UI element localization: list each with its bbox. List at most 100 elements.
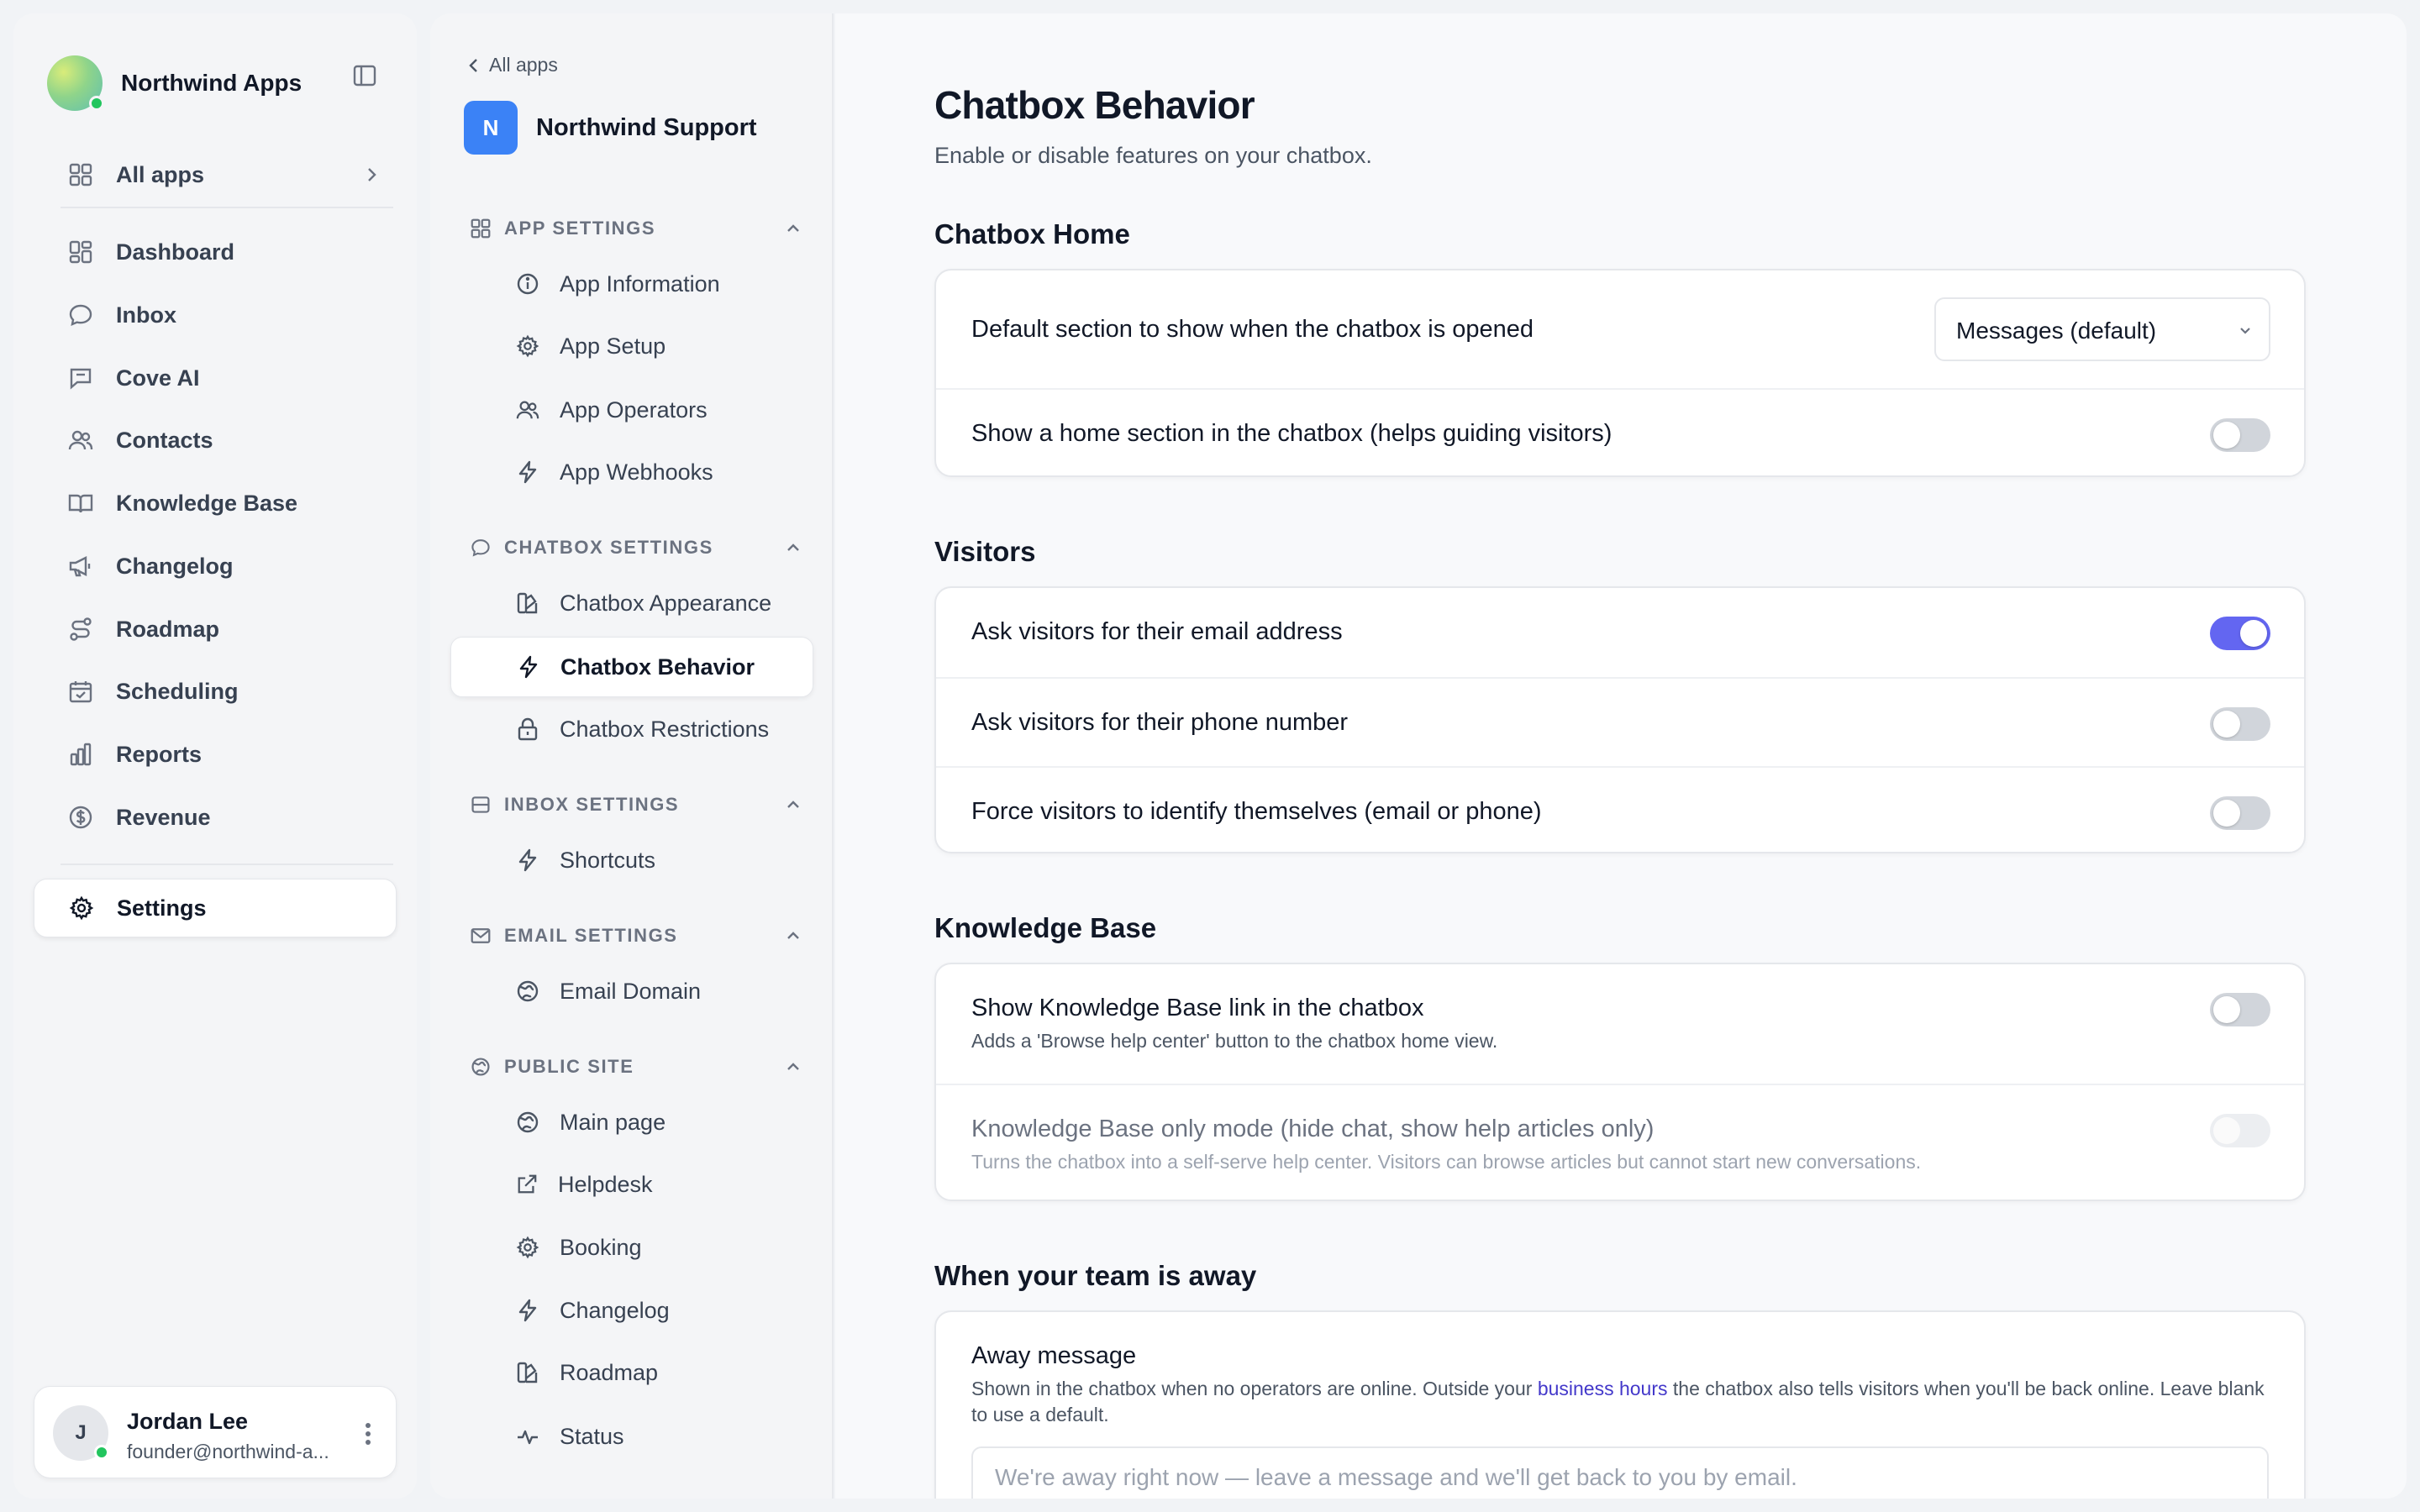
force-identify-label: Force visitors to identify themselves (e…	[971, 798, 1542, 825]
external-link-icon	[516, 1173, 538, 1195]
settings-item-label: App Webhooks	[560, 459, 713, 485]
settings-item-chatbox-restrictions[interactable]: Chatbox Restrictions	[450, 699, 813, 759]
settings-item-label: Main page	[560, 1109, 666, 1135]
back-to-all-apps-link[interactable]: All apps	[467, 54, 558, 76]
lightning-icon	[517, 655, 540, 679]
settings-item-app-webhooks[interactable]: App Webhooks	[450, 442, 813, 502]
info-icon	[516, 272, 539, 296]
default-section-row: Default section to show when the chatbox…	[936, 270, 2304, 388]
avatar-initial: J	[75, 1421, 87, 1444]
settings-item-app-operators[interactable]: App Operators	[450, 380, 813, 440]
palette-icon	[516, 591, 539, 615]
chevron-left-icon	[467, 56, 481, 75]
group-title: APP SETTINGS	[504, 218, 656, 239]
activity-icon	[516, 1425, 539, 1448]
lightning-icon	[516, 1299, 539, 1322]
user-profile-card[interactable]: J Jordan Lee founder@northwind-a...	[34, 1386, 397, 1478]
settings-item-chatbox-appearance[interactable]: Chatbox Appearance	[450, 573, 813, 633]
settings-item-app-information[interactable]: App Information	[450, 254, 813, 314]
settings-item-booking[interactable]: Booking	[450, 1217, 813, 1278]
grid-icon	[471, 218, 491, 239]
show-home-row: Show a home section in the chatbox (help…	[936, 388, 2304, 475]
lightning-icon	[516, 848, 539, 872]
more-vertical-icon[interactable]	[355, 1419, 381, 1449]
gear-icon	[68, 895, 95, 921]
sidebar-item-scheduling[interactable]: Scheduling	[34, 663, 397, 720]
sidebar-item-dashboard[interactable]: Dashboard	[34, 223, 397, 281]
settings-item-main-page[interactable]: Main page	[450, 1092, 813, 1152]
settings-item-status[interactable]: Status	[450, 1406, 813, 1467]
group-title: INBOX SETTINGS	[504, 794, 680, 815]
sidebar-item-changelog[interactable]: Changelog	[34, 538, 397, 595]
kb-link-toggle[interactable]	[2210, 993, 2270, 1026]
dashboard-icon	[67, 239, 94, 265]
sidebar-item-label: Roadmap	[116, 616, 220, 642]
sidebar-item-all-apps[interactable]: All apps	[34, 146, 397, 203]
visitors-card: Ask visitors for their email address Ask…	[934, 586, 2306, 853]
ask-email-toggle[interactable]	[2210, 617, 2270, 650]
show-home-toggle[interactable]	[2210, 418, 2270, 452]
settings-item-email-domain[interactable]: Email Domain	[450, 961, 813, 1021]
sidebar-item-inbox[interactable]: Inbox	[34, 286, 397, 344]
globe-icon	[471, 1057, 491, 1077]
kb-only-mode-label: Knowledge Base only mode (hide chat, sho…	[971, 1116, 1655, 1142]
chatbox-home-card: Default section to show when the chatbox…	[934, 269, 2306, 477]
kb-only-mode-toggle[interactable]	[2210, 1114, 2270, 1147]
sidebar-item-roadmap[interactable]: Roadmap	[34, 601, 397, 658]
workspace-name: Northwind Apps	[121, 70, 302, 96]
calendar-check-icon	[67, 678, 94, 705]
ask-phone-label: Ask visitors for their phone number	[971, 709, 1349, 736]
group-public-site[interactable]: PUBLIC SITE	[471, 1050, 803, 1084]
sidebar-item-cove-ai[interactable]: Cove AI	[34, 349, 397, 407]
chevron-up-icon	[783, 795, 803, 815]
grid-icon	[67, 161, 94, 188]
sidebar-item-knowledge-base[interactable]: Knowledge Base	[34, 475, 397, 532]
default-section-select[interactable]: Messages (default)	[1934, 297, 2270, 361]
kb-only-mode-row: Knowledge Base only mode (hide chat, sho…	[936, 1084, 2304, 1200]
settings-item-roadmap[interactable]: Roadmap	[450, 1342, 813, 1403]
sidebar-item-settings[interactable]: Settings	[34, 879, 397, 937]
ask-email-label: Ask visitors for their email address	[971, 618, 1343, 645]
app-name: Northwind Support	[536, 113, 757, 141]
back-link-label: All apps	[489, 54, 558, 76]
sidebar-item-revenue[interactable]: Revenue	[34, 789, 397, 846]
settings-item-shortcuts[interactable]: Shortcuts	[450, 830, 813, 890]
sidebar-item-reports[interactable]: Reports	[34, 726, 397, 783]
kb-link-row: Show Knowledge Base link in the chatbox …	[936, 964, 2304, 1084]
sidebar-item-label: Knowledge Base	[116, 490, 298, 516]
sidebar-toggle-icon[interactable]	[348, 59, 381, 92]
default-section-label: Default section to show when the chatbox…	[971, 316, 1534, 343]
settings-item-label: Chatbox Appearance	[560, 590, 772, 616]
chevron-up-icon	[783, 218, 803, 239]
settings-item-chatbox-behavior[interactable]: Chatbox Behavior	[450, 637, 813, 697]
group-app-settings[interactable]: APP SETTINGS	[471, 212, 803, 245]
away-message-input[interactable]	[993, 1463, 2237, 1492]
settings-nav: All apps N Northwind Support APP SETTING…	[430, 13, 834, 1499]
group-title: PUBLIC SITE	[504, 1056, 634, 1077]
sidebar-item-label: Revenue	[116, 804, 211, 830]
away-message-field[interactable]	[971, 1446, 2269, 1499]
settings-content: Chatbox Behavior Enable or disable featu…	[835, 13, 2407, 1499]
sidebar-item-label: Scheduling	[116, 678, 239, 704]
workspace-logo	[47, 55, 104, 111]
ask-phone-toggle[interactable]	[2210, 707, 2270, 741]
sidebar-divider	[60, 864, 393, 865]
force-identify-toggle[interactable]	[2210, 796, 2270, 830]
app-root: Northwind Apps All apps Dashboard Inbox …	[0, 0, 2420, 1512]
settings-item-changelog[interactable]: Changelog	[450, 1280, 813, 1341]
group-inbox-settings[interactable]: INBOX SETTINGS	[471, 788, 803, 822]
sidebar-item-label: Reports	[116, 741, 203, 767]
settings-item-app-setup[interactable]: App Setup	[450, 316, 813, 376]
palette-icon	[516, 1361, 539, 1384]
bar-chart-icon	[67, 741, 94, 768]
group-chatbox-settings[interactable]: CHATBOX SETTINGS	[471, 531, 803, 564]
group-email-settings[interactable]: EMAIL SETTINGS	[471, 919, 803, 953]
settings-item-helpdesk[interactable]: Helpdesk	[450, 1154, 813, 1215]
sidebar-item-label: Inbox	[116, 302, 176, 328]
workspace-brand[interactable]: Northwind Apps	[47, 55, 302, 111]
group-title: CHATBOX SETTINGS	[504, 537, 713, 558]
business-hours-link[interactable]: business hours	[1538, 1378, 1668, 1399]
page-title: Chatbox Behavior	[934, 83, 1255, 127]
chat-bubble-icon	[471, 538, 491, 558]
sidebar-item-contacts[interactable]: Contacts	[34, 412, 397, 469]
